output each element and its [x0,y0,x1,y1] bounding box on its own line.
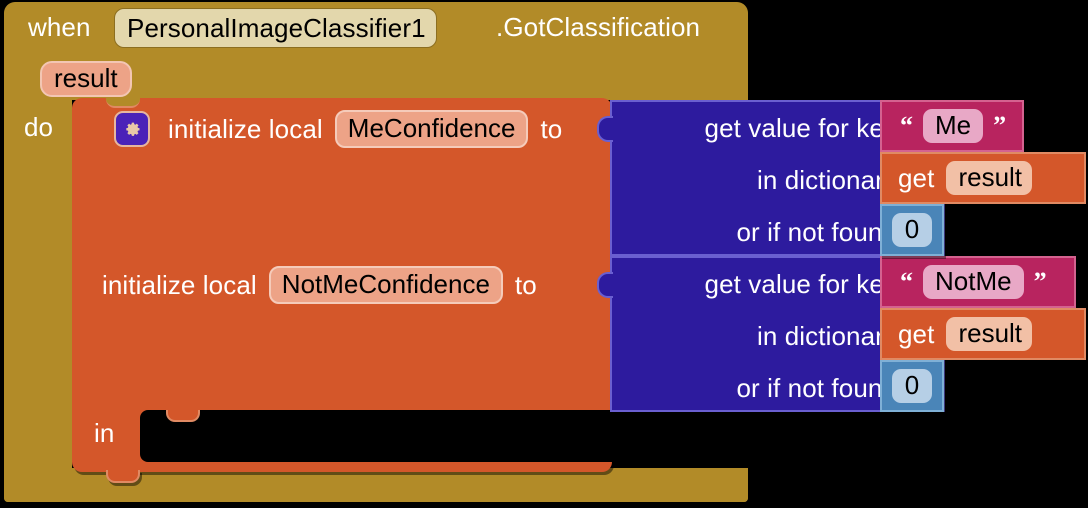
dict-1-key-row: get value for key [705,102,897,154]
local-var-name-2[interactable]: NotMeConfidence [268,266,503,304]
dict-2-notfound-row: or if not found [737,362,898,414]
component-name-label: PersonalImageClassifier1 [127,13,426,43]
open-quote-icon-2: “ [900,267,913,296]
open-quote-icon-1: “ [900,111,913,140]
local-var-name-1[interactable]: MeConfidence [334,110,529,148]
in-dictionary-label-2: in dictionary [756,321,897,351]
get-variable-name-1: result [958,162,1023,192]
get-value-for-key-label-2: get value for key [704,269,897,299]
text-string-block-2[interactable]: “ NotMe ” [880,256,1076,308]
close-quote-icon-1: ” [993,111,1007,140]
in-label: in [94,418,115,448]
initialize-local-label-1: initialize local [168,114,323,144]
get-variable-block-1[interactable]: get result [880,152,1086,204]
blocks-canvas: when PersonalImageClassifier1 .GotClassi… [0,0,1088,508]
to-label-1: to [540,114,563,144]
in-socket-notch [166,410,200,422]
in-statement-socket[interactable] [140,410,612,462]
dict-1-notfound-row: or if not found [737,206,898,258]
event-parameter-result[interactable]: result [40,61,132,97]
event-when-label: when [28,12,91,42]
initialize-local-label-2: initialize local [102,270,257,300]
local-block-top-notch [106,97,140,108]
close-quote-icon-2: ” [1033,267,1047,296]
local-var-row-1: initialize local MeConfidence to [114,110,562,148]
text-string-block-1[interactable]: “ Me ” [880,100,1024,152]
dict-block-1-plug [597,116,613,142]
number-block-2[interactable]: 0 [880,360,944,412]
number-block-1[interactable]: 0 [880,204,944,256]
dict-block-2-plug [597,272,613,298]
get-variable-block-2[interactable]: get result [880,308,1086,360]
get-label-2: get [898,319,935,349]
get-variable-name-2: result [958,318,1023,348]
text-value-1[interactable]: Me [923,109,984,143]
dict-1-dictionary-row: in dictionary [757,154,897,206]
text-value-2[interactable]: NotMe [923,265,1024,299]
get-label-1: get [898,163,935,193]
in-dictionary-label-1: in dictionary [756,165,897,195]
or-if-not-found-label-1: or if not found [736,217,897,247]
to-label-2: to [514,270,537,300]
component-dropdown[interactable]: PersonalImageClassifier1 [114,8,437,48]
get-variable-dropdown-2[interactable]: result [946,317,1033,351]
or-if-not-found-label-2: or if not found [736,373,897,403]
number-value-2[interactable]: 0 [891,369,933,403]
get-variable-dropdown-1[interactable]: result [946,161,1033,195]
event-do-label: do [24,112,54,142]
get-value-for-key-label-1: get value for key [704,113,897,143]
dict-2-key-row: get value for key [705,258,897,310]
dict-2-dictionary-row: in dictionary [757,310,897,362]
local-block-bottom-tab [106,470,140,483]
number-value-1[interactable]: 0 [891,213,933,247]
local-var-row-2: initialize local NotMeConfidence to [102,266,537,304]
event-method-label: .GotClassification [496,12,701,42]
initialize-local-block[interactable]: initialize local MeConfidence to initial… [72,97,612,483]
gear-icon[interactable] [114,111,150,147]
